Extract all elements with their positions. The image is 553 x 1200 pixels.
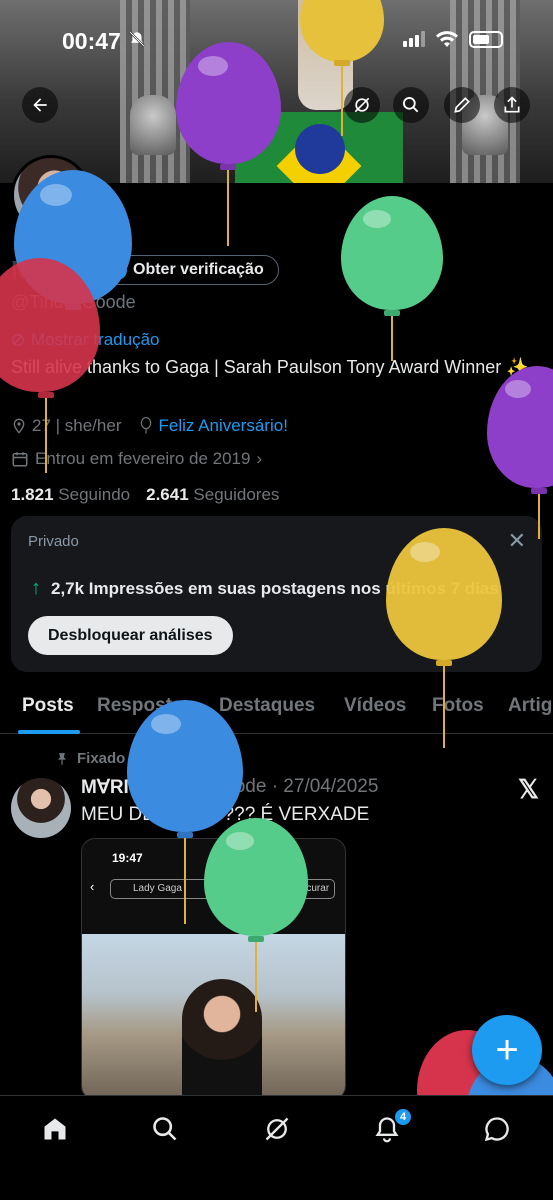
pen-icon[interactable]: [444, 87, 480, 123]
tab-articles[interactable]: Artigos: [508, 695, 553, 717]
profile-bio: Still alive thanks to Gaga | Sarah Pauls…: [11, 357, 529, 377]
share-icon[interactable]: [494, 87, 530, 123]
birthday-link[interactable]: Feliz Aniversário!: [158, 416, 287, 436]
silent-mode-icon: [128, 30, 146, 53]
media-search-button: Procurar: [285, 879, 335, 899]
location-item: 27 | she/her: [11, 416, 121, 436]
age-pronouns: 27 | she/her: [32, 416, 122, 435]
post-media-image[interactable]: 19:47 ‹ Lady Gaga Procurar: [81, 838, 346, 1100]
impressions-stat: ↑ 2,7k Impressões em suas postagens nos …: [31, 577, 499, 600]
arrow-up-icon: ↑: [31, 577, 41, 599]
media-back-icon: ‹: [90, 879, 95, 894]
post-text: MEU DEUS??????? É VERXADE: [81, 804, 370, 825]
status-time: 00:47: [62, 28, 121, 54]
get-verified-label: Obter verificação: [133, 261, 264, 278]
show-translation-link[interactable]: Mostrar tradução: [11, 330, 160, 350]
joined-label: Entrou em fevereiro de 2019: [35, 449, 251, 468]
get-verified-button[interactable]: ✓ Obter verificação: [96, 255, 279, 285]
search-icon[interactable]: [150, 1114, 180, 1144]
notifications-badge: 4: [394, 1108, 412, 1126]
followers-label: Seguidores: [193, 485, 280, 504]
back-arrow-icon[interactable]: [22, 87, 58, 123]
birthday-item[interactable]: Feliz Aniversário!: [139, 416, 288, 436]
tab-videos[interactable]: Vídeos: [344, 695, 406, 717]
calendar-icon: [12, 452, 28, 467]
profile-meta: 27 | she/her Feliz Aniversário!: [11, 416, 288, 436]
x-logo-icon[interactable]: 𝕏: [518, 774, 539, 805]
post-handle-date: @TindallGoode · 27/04/2025: [134, 776, 379, 797]
following-label: Seguindo: [58, 485, 131, 504]
tab-photos[interactable]: Fotos: [432, 695, 484, 717]
post-header: M∀RI @TindallGoode · 27/04/2025: [81, 776, 378, 799]
profile-name: M∀RI: [11, 255, 77, 285]
bottom-navigation: 4: [0, 1095, 553, 1200]
tab-highlights[interactable]: Destaques: [219, 695, 315, 717]
unlock-analytics-button[interactable]: Desbloquear análises: [28, 616, 233, 655]
tab-replies[interactable]: Respostas: [97, 695, 193, 717]
analytics-card: Privado ✕ ↑ 2,7k Impressões em suas post…: [11, 516, 542, 672]
verified-badge-icon: ✓: [107, 260, 127, 280]
banner-statue: [130, 95, 176, 155]
battery-icon: [469, 30, 503, 48]
banner-brazil-flag: [235, 112, 403, 183]
profile-avatar[interactable]: [11, 155, 91, 235]
pinned-indicator: Fixado: [55, 750, 125, 767]
private-label: Privado: [28, 533, 79, 550]
close-icon[interactable]: ✕: [508, 528, 526, 554]
post-author-name[interactable]: M∀RI: [81, 776, 129, 799]
follow-counts: 1.821 Seguindo 2.641 Seguidores: [11, 485, 279, 505]
wifi-icon: [436, 31, 458, 47]
location-icon: [13, 418, 25, 434]
banner-singer: [298, 0, 353, 110]
grok-icon[interactable]: [344, 87, 380, 123]
media-person: [182, 979, 262, 1099]
grok-icon[interactable]: [262, 1114, 292, 1144]
plus-icon: +: [495, 1027, 519, 1072]
pin-icon: [57, 752, 67, 765]
compose-button[interactable]: +: [472, 1015, 542, 1085]
show-translation-label: Mostrar tradução: [31, 330, 160, 349]
following-link[interactable]: 1.821 Seguindo: [11, 485, 130, 505]
banner-pillar: [120, 0, 190, 183]
home-icon[interactable]: [40, 1114, 70, 1144]
post-author-avatar[interactable]: [11, 778, 71, 838]
joined-date[interactable]: Entrou em fevereiro de 2019 ›: [11, 449, 262, 469]
chevron-right-icon: ›: [256, 449, 263, 468]
cellular-signal-icon: [403, 31, 425, 47]
profile-handle: @TindallGoode: [11, 292, 136, 312]
status-indicators: [403, 30, 503, 48]
messages-icon[interactable]: [482, 1114, 512, 1144]
followers-count: 2.641: [146, 485, 189, 504]
profile-tabs: Posts Respostas Destaques Vídeos Fotos A…: [0, 688, 553, 734]
balloon-icon: [141, 417, 152, 434]
pinned-label: Fixado: [77, 750, 126, 767]
following-count: 1.821: [11, 485, 54, 504]
followers-link[interactable]: 2.641 Seguidores: [146, 485, 279, 505]
media-status-time: 19:47: [112, 851, 143, 865]
balloon-decoration: [341, 196, 445, 366]
impressions-text: 2,7k Impressões em suas postagens nos úl…: [51, 578, 499, 598]
active-tab-indicator: [18, 730, 80, 734]
translate-icon: [12, 334, 24, 346]
tab-posts[interactable]: Posts: [22, 695, 74, 717]
media-search-field: Lady Gaga: [110, 879, 285, 899]
search-icon[interactable]: [393, 87, 429, 123]
